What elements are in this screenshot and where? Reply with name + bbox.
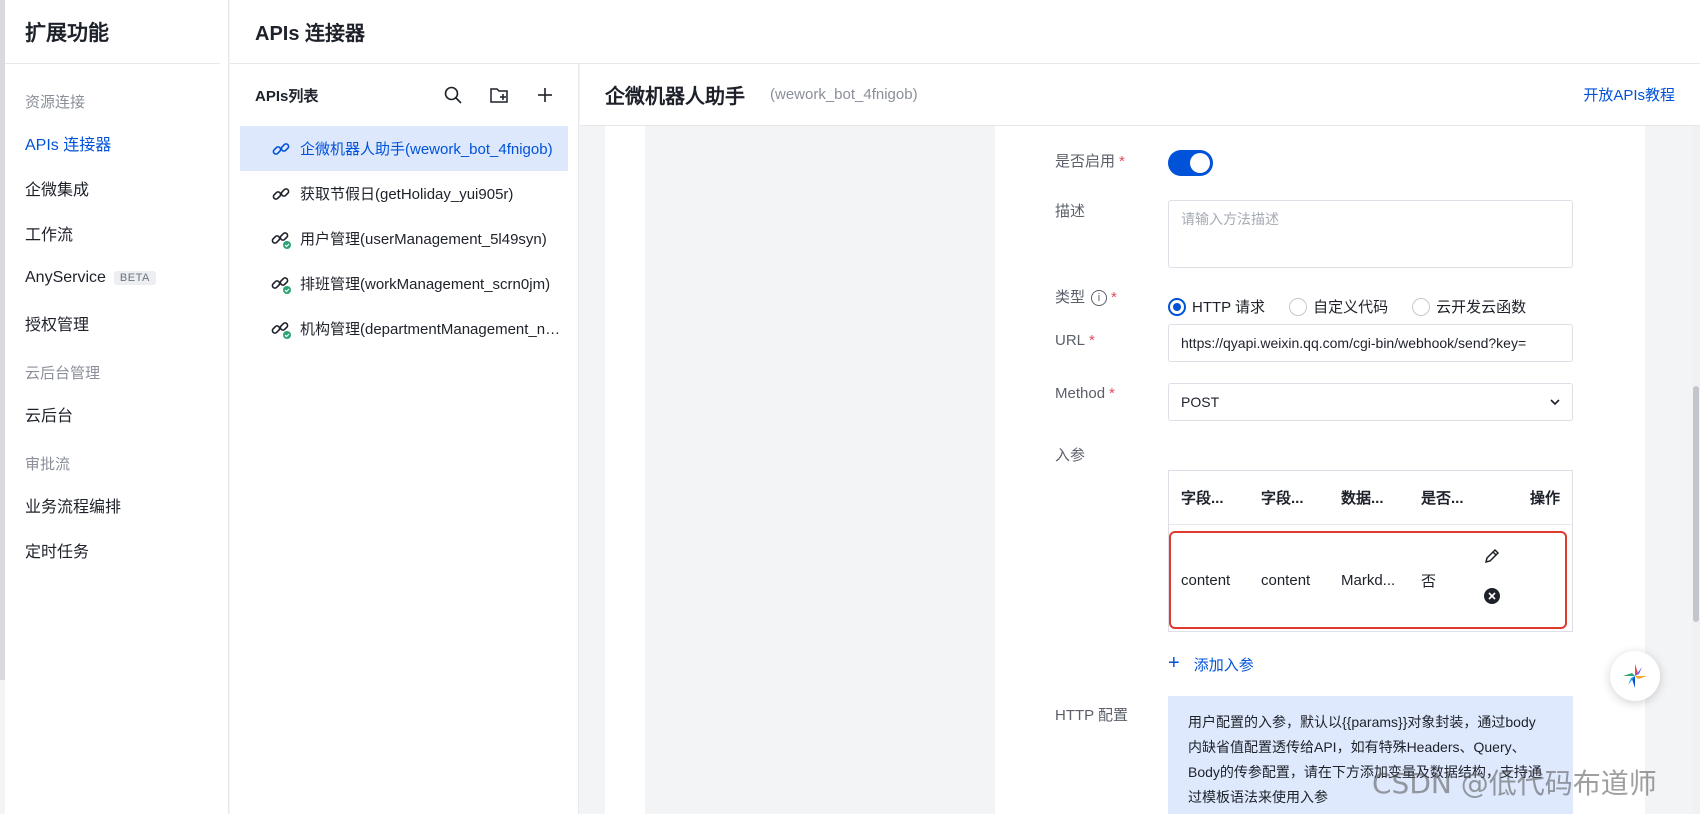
- sidebar: 扩展功能 资源连接 APIs 连接器 企微集成 工作流 AnyService B…: [5, 0, 229, 814]
- radio-dot: [1412, 297, 1431, 316]
- type-label: 类型 i *: [1055, 289, 1117, 307]
- api-list-title: APIs列表: [255, 87, 319, 105]
- assistant-logo-icon: [1623, 664, 1647, 688]
- sidebar-item-process[interactable]: 业务流程编排: [5, 482, 228, 527]
- column-header: 是否...: [1421, 490, 1464, 507]
- table-cell: content: [1181, 571, 1231, 589]
- column-header: 字段...: [1181, 490, 1224, 507]
- link-connected-icon: [270, 228, 292, 250]
- link-connected-icon: [270, 273, 292, 295]
- radio-dot-selected: [1168, 297, 1186, 316]
- plus-icon: +: [1168, 652, 1180, 674]
- add-icon[interactable]: [522, 75, 568, 115]
- sidebar-item-apis-connector[interactable]: APIs 连接器: [5, 120, 228, 165]
- sidebar-item-anyservice[interactable]: AnyService BETA: [5, 255, 228, 300]
- page-title: APIs 连接器: [230, 0, 1700, 64]
- column-header: 数据...: [1341, 490, 1384, 507]
- nav-group-cloud-admin: 云后台管理: [25, 364, 101, 382]
- nav-group-approval: 审批流: [25, 455, 71, 473]
- api-item-label: 排班管理(workManagement_scrn0jm): [300, 276, 551, 293]
- method-form: 是否启用 * 描述 请输入方法描述 类型 i * HTTP 请求 自定义代码 云开发云…: [1019, 126, 1645, 814]
- api-item-holiday[interactable]: 获取节假日(getHoliday_yui905r): [240, 171, 568, 216]
- assistant-fab[interactable]: [1610, 651, 1660, 701]
- api-item-label: 获取节假日(getHoliday_yui905r): [300, 186, 514, 203]
- api-list-panel: APIs列表 企微机器人助手(wework_bot_4fnigob) 获取节假日…: [230, 64, 579, 814]
- params-label: 入参: [1055, 447, 1086, 464]
- delete-icon[interactable]: [1473, 587, 1553, 609]
- api-item-work-management[interactable]: 排班管理(workManagement_scrn0jm): [240, 261, 568, 306]
- table-cell: content: [1261, 571, 1311, 589]
- api-item-wework-bot[interactable]: 企微机器人助手(wework_bot_4fnigob): [240, 126, 568, 171]
- api-code: (wework_bot_4fnigob): [770, 86, 918, 103]
- tutorial-link[interactable]: 开放APIs教程: [1583, 84, 1675, 105]
- api-item-user-management[interactable]: 用户管理(userManagement_5l49syn): [240, 216, 568, 261]
- radio-cloud-function[interactable]: 云开发云函数: [1412, 296, 1526, 317]
- chevron-down-icon: [1548, 395, 1562, 412]
- toggle-knob: [1190, 153, 1210, 173]
- config-side-area: [645, 126, 995, 814]
- api-list-header: APIs列表: [230, 64, 578, 126]
- link-icon: [270, 183, 292, 205]
- info-icon[interactable]: i: [1091, 290, 1108, 307]
- api-item-label: 用户管理(userManagement_5l49syn): [300, 231, 547, 248]
- sidebar-item-workflow[interactable]: 工作流: [5, 210, 228, 255]
- row-actions: [1473, 547, 1553, 609]
- radio-http[interactable]: HTTP 请求: [1168, 296, 1265, 317]
- type-radio-group: HTTP 请求 自定义代码 云开发云函数: [1168, 296, 1550, 317]
- api-item-label: 企微机器人助手(wework_bot_4fnigob): [300, 141, 553, 158]
- sidebar-item-wework[interactable]: 企微集成: [5, 165, 228, 210]
- params-table: 字段... 字段... 数据... 是否... 操作 content conte…: [1168, 470, 1573, 632]
- url-label: URL *: [1055, 332, 1095, 349]
- sidebar-title: 扩展功能: [5, 0, 220, 64]
- page-scrollbar[interactable]: [1692, 126, 1700, 814]
- api-name: 企微机器人助手: [605, 86, 745, 108]
- table-cell: Markd...: [1341, 571, 1396, 589]
- http-config-label: HTTP 配置: [1055, 707, 1129, 724]
- enabled-toggle[interactable]: [1168, 150, 1213, 176]
- add-param-button[interactable]: + 添加入参: [1168, 652, 1254, 675]
- method-value: POST: [1181, 394, 1220, 410]
- nav-group-resources: 资源连接: [25, 93, 86, 111]
- params-table-header: 字段... 字段... 数据... 是否... 操作: [1169, 471, 1572, 525]
- beta-badge: BETA: [113, 270, 156, 285]
- column-header: 字段...: [1261, 490, 1304, 507]
- desc-label: 描述: [1055, 203, 1086, 220]
- sidebar-item-cloud-backend[interactable]: 云后台: [5, 391, 228, 436]
- api-item-department-management[interactable]: 机构管理(departmentManagement_n2kt...: [240, 306, 568, 351]
- detail-canvas: 是否启用 * 描述 请输入方法描述 类型 i * HTTP 请求 自定义代码 云开发云…: [605, 126, 1645, 814]
- detail-header: 企微机器人助手 (wework_bot_4fnigob) 开放APIs教程: [580, 64, 1700, 126]
- table-row: content content Markd... 否: [1169, 531, 1567, 629]
- radio-custom-code[interactable]: 自定义代码: [1289, 296, 1388, 317]
- url-input[interactable]: https://qyapi.weixin.qq.com/cgi-bin/webh…: [1168, 324, 1573, 362]
- sidebar-item-auth[interactable]: 授权管理: [5, 300, 228, 345]
- sidebar-item-scheduled[interactable]: 定时任务: [5, 527, 228, 572]
- watermark: CSDN @低代码布道师: [1372, 767, 1657, 800]
- column-header-actions: 操作: [1529, 490, 1560, 507]
- scrollbar-thumb[interactable]: [1693, 386, 1699, 622]
- method-label: Method *: [1055, 385, 1115, 402]
- sidebar-item-label: AnyService: [25, 268, 106, 286]
- radio-dot: [1289, 297, 1308, 316]
- api-item-label: 机构管理(departmentManagement_n2kt...: [300, 321, 568, 338]
- edit-icon[interactable]: [1473, 547, 1553, 569]
- sidebar-nav: 资源连接 APIs 连接器 企微集成 工作流 AnyService BETA 授…: [5, 64, 228, 572]
- search-icon[interactable]: [430, 75, 476, 115]
- link-connected-icon: [270, 318, 292, 340]
- method-select[interactable]: POST: [1168, 383, 1573, 421]
- desc-textarea[interactable]: 请输入方法描述: [1168, 200, 1573, 268]
- link-icon: [270, 138, 292, 160]
- enabled-label: 是否启用 *: [1055, 153, 1125, 170]
- api-detail-panel: 企微机器人助手 (wework_bot_4fnigob) 开放APIs教程 是否…: [580, 64, 1700, 814]
- new-folder-icon[interactable]: [476, 75, 522, 115]
